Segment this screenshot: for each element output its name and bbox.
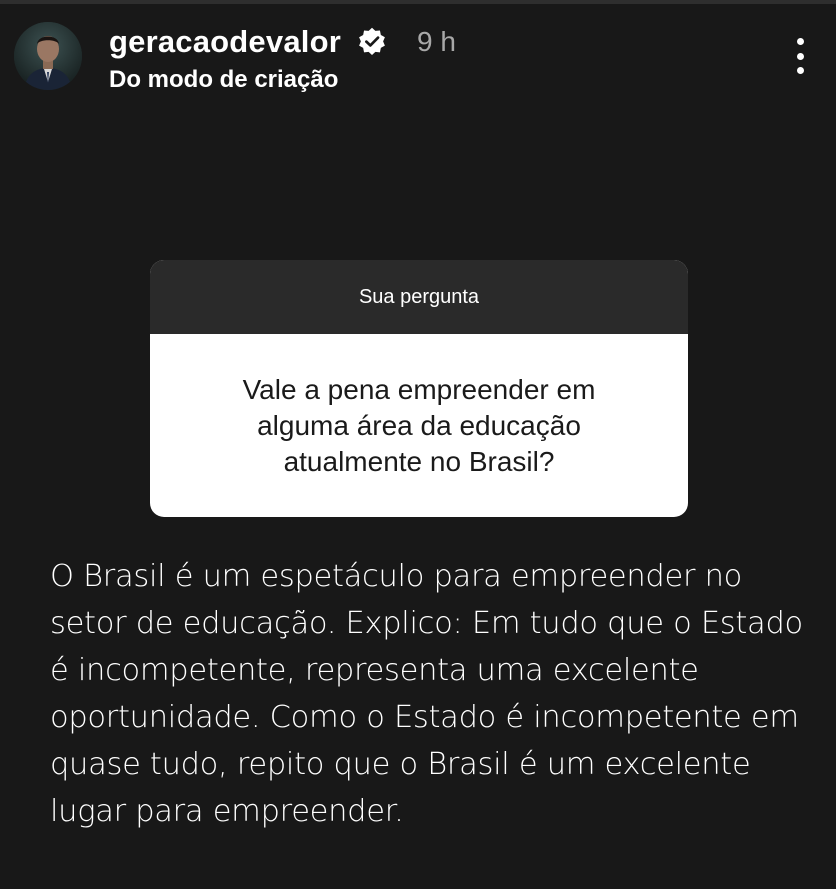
post-timestamp: 9 h: [417, 26, 456, 57]
story-viewer: geracaodevalor 9 h Do modo de criação Su…: [0, 0, 836, 889]
more-options-button[interactable]: [788, 34, 812, 78]
username[interactable]: geracaodevalor: [109, 24, 341, 60]
story-progress-bar: [0, 0, 836, 4]
creation-mode-label: Do modo de criação: [109, 66, 339, 93]
more-vertical-icon: [796, 38, 804, 45]
question-sticker: Sua pergunta Vale a pena empreender em a…: [150, 260, 688, 517]
question-sticker-title: Sua pergunta: [150, 260, 688, 334]
more-vertical-icon-dot: [796, 67, 804, 74]
more-vertical-icon-dot: [796, 52, 804, 60]
avatar[interactable]: [14, 22, 82, 90]
question-sticker-text: Vale a pena empreender em alguma área da…: [242, 373, 596, 477]
profile-photo: [14, 22, 82, 90]
answer-text: O Brasil é um espetáculo para empreender…: [50, 559, 803, 829]
verified-badge-icon: [359, 27, 385, 56]
story-header: geracaodevalor 9 h Do modo de criação: [14, 22, 822, 94]
